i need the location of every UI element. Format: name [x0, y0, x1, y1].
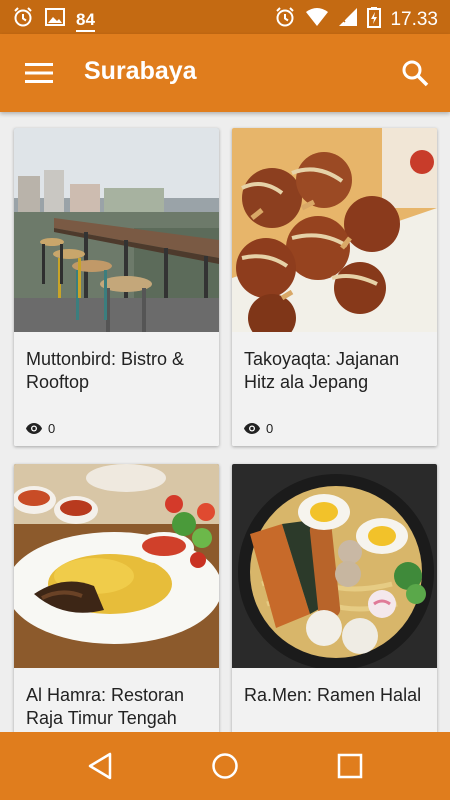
notification-count: 84 [76, 9, 95, 32]
wifi-icon [305, 7, 329, 32]
home-icon [212, 753, 238, 779]
card-body: Ra.Men: Ramen Halal [232, 668, 437, 732]
back-icon [88, 752, 112, 780]
card-body: Takoyaqta: Jajanan Hitz ala Jepang 0 [232, 332, 437, 446]
ramen-bowl-photo [232, 464, 437, 668]
navigation-bar [0, 732, 450, 800]
menu-icon [25, 63, 53, 83]
card-title: Ra.Men: Ramen Halal [244, 685, 422, 705]
takoyaki-photo [232, 128, 437, 332]
middle-eastern-rice-photo [14, 464, 219, 668]
card-body: Al Hamra: Restoran Raja Timur Tengah [14, 668, 219, 732]
alarm-icon [12, 6, 34, 33]
restaurant-card[interactable]: Muttonbird: Bistro & Rooftop 0 [14, 128, 219, 446]
app-bar: Surabaya [0, 34, 450, 112]
eye-icon [244, 423, 260, 434]
image-icon [44, 6, 66, 33]
card-title: Al Hamra: Restoran Raja Timur Tengah [26, 685, 185, 728]
view-count: 0 [26, 421, 55, 436]
back-button[interactable] [83, 749, 117, 783]
restaurant-grid: Muttonbird: Bistro & Rooftop 0 Takoyaqta… [0, 112, 450, 732]
view-count-value: 0 [48, 421, 56, 436]
rooftop-terrace-photo [14, 128, 219, 332]
eye-icon [26, 423, 42, 434]
home-button[interactable] [208, 749, 242, 783]
card-title: Takoyaqta: Jajanan Hitz ala Jepang [244, 349, 400, 392]
status-bar: 84 17.33 [0, 0, 450, 34]
search-button[interactable] [398, 56, 432, 90]
view-count-value: 0 [266, 421, 274, 436]
status-bar-right: 17.33 [274, 6, 438, 33]
restaurant-card[interactable]: Takoyaqta: Jajanan Hitz ala Jepang 0 [232, 128, 437, 446]
search-icon [402, 60, 429, 87]
signal-icon [338, 7, 358, 32]
card-body: Muttonbird: Bistro & Rooftop 0 [14, 332, 219, 446]
battery-icon [367, 6, 382, 33]
clock: 17.33 [390, 8, 438, 30]
recents-icon [337, 753, 363, 779]
page-title: Surabaya [84, 57, 197, 85]
alarm-icon [274, 6, 296, 33]
recents-button[interactable] [333, 749, 367, 783]
view-count: 0 [244, 421, 273, 436]
restaurant-card[interactable]: Ra.Men: Ramen Halal [232, 464, 437, 732]
card-title: Muttonbird: Bistro & Rooftop [26, 349, 185, 392]
menu-button[interactable] [22, 58, 56, 88]
restaurant-card[interactable]: Al Hamra: Restoran Raja Timur Tengah [14, 464, 219, 732]
status-bar-left: 84 [12, 6, 95, 33]
